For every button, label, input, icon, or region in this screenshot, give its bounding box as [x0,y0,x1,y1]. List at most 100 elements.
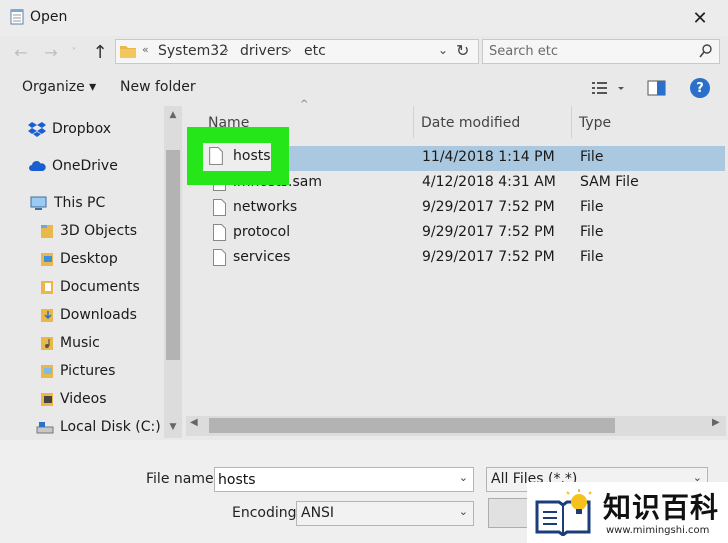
chevron-down-icon[interactable]: ⌄ [459,505,468,518]
file-icon [213,249,226,266]
encoding-value: ANSI [301,505,335,521]
file-type: File [580,199,604,215]
watermark: 知识百科 www.mimingshi.com [527,482,728,543]
search-icon[interactable] [699,43,713,59]
encoding-label: Encoding: [232,505,302,521]
file-name-input[interactable] [215,468,454,491]
sidebar-item-pictures[interactable]: Pictures [40,363,115,379]
file-icon [213,199,226,216]
breadcrumb-drivers[interactable]: drivers [240,43,288,59]
folder-icon [41,225,53,238]
book-lightbulb-logo-icon [535,489,592,536]
sidebar-item-downloads[interactable]: Downloads [40,307,137,323]
file-date: 9/29/2017 7:52 PM [422,199,555,215]
sidebar-item-music[interactable]: Music [40,335,100,351]
sidebar-item-dropbox[interactable]: Dropbox [28,121,111,137]
help-icon[interactable]: ? [690,78,710,98]
breadcrumb-etc[interactable]: etc [304,43,326,59]
sidebar-item-this-pc[interactable]: This PC [30,195,105,211]
column-header-date[interactable]: Date modified [421,115,520,131]
new-folder-button[interactable]: New folder [120,79,196,95]
close-button[interactable]: ✕ [683,3,717,33]
file-name: protocol [233,224,291,240]
folder-icon [120,46,136,58]
recent-locations-button[interactable]: ˅ [66,40,82,64]
sidebar-item-label: OneDrive [52,158,118,174]
column-header-type[interactable]: Type [579,115,611,131]
open-button[interactable] [488,498,528,528]
nav-scroll-thumb[interactable] [166,150,180,360]
column-divider[interactable] [571,106,572,138]
highlighted-file-name: hosts [233,148,271,164]
organize-button[interactable]: Organize ▾ [22,79,96,95]
refresh-icon[interactable]: ↻ [456,41,469,60]
preview-pane-icon[interactable] [646,78,668,98]
file-name-combobox[interactable]: ⌄ [214,467,474,492]
cloud-icon [29,161,46,171]
up-button[interactable]: ↑ [88,40,112,64]
file-date: 9/29/2017 7:52 PM [422,249,555,265]
folder-icon [41,281,53,294]
breadcrumb-separator-icon[interactable]: › [224,43,229,57]
scroll-up-icon[interactable]: ▲ [164,106,182,124]
scroll-left-icon[interactable]: ◀ [190,417,198,428]
drive-icon [36,422,54,434]
search-box[interactable] [482,39,720,64]
window-title: Open [30,9,68,25]
file-date: 9/29/2017 7:52 PM [422,224,555,240]
highlighted-file-hosts[interactable]: hosts [203,143,271,171]
address-more-icon[interactable]: « [142,43,149,56]
file-type: SAM File [580,174,639,190]
navigation-pane: Dropbox OneDrive This PC 3D Objects Desk… [0,106,182,438]
folder-icon [41,309,53,322]
watermark-text: 知识百科 [603,491,720,524]
sidebar-item-label: 3D Objects [60,223,138,239]
sidebar-item-label: Videos [60,391,107,407]
folder-icon [41,337,53,350]
horizontal-scroll-thumb[interactable] [209,418,615,433]
back-button[interactable]: ← [8,40,34,64]
breadcrumb-separator-icon[interactable]: › [287,43,292,57]
file-row-protocol[interactable]: protocol 9/29/2017 7:52 PM File [188,221,725,246]
computer-icon [30,196,47,210]
sidebar-item-label: Pictures [60,363,116,379]
sidebar-item-label: This PC [54,195,106,211]
file-type: File [580,224,604,240]
sidebar-item-3d-objects[interactable]: 3D Objects [40,223,137,239]
view-options-icon[interactable] [590,78,630,98]
encoding-select[interactable]: ANSI ⌄ [296,501,474,526]
sidebar-item-label: Local Disk (C:) [60,419,161,435]
title-bar [0,0,728,36]
search-input[interactable] [483,40,689,63]
address-dropdown-icon[interactable]: ⌄ [438,43,448,57]
forward-button[interactable]: → [38,40,64,64]
sidebar-item-label: Dropbox [52,121,111,137]
file-icon [213,224,226,241]
file-row-networks[interactable]: networks 9/29/2017 7:52 PM File [188,196,725,221]
folder-icon [41,365,53,378]
sidebar-item-label: Music [60,335,100,351]
scroll-right-icon[interactable]: ▶ [712,417,720,428]
sidebar-item-local-disk[interactable]: Local Disk (C:) [36,419,161,435]
column-divider[interactable] [413,106,414,138]
file-date: 11/4/2018 1:14 PM [422,149,555,165]
file-type: File [580,249,604,265]
file-name-label: File name: [146,471,219,487]
sidebar-item-videos[interactable]: Videos [40,391,107,407]
sidebar-item-label: Documents [60,279,140,295]
breadcrumb-system32[interactable]: System32 [158,43,228,59]
sidebar-item-desktop[interactable]: Desktop [40,251,118,267]
sort-ascending-icon: ^ [300,99,309,110]
file-row-services[interactable]: services 9/29/2017 7:52 PM File [188,246,725,271]
file-type: File [580,149,604,165]
address-bar[interactable]: « System32 › drivers › etc ⌄ ↻ [115,39,479,64]
sidebar-item-label: Desktop [60,251,118,267]
sidebar-item-documents[interactable]: Documents [40,279,140,295]
chevron-down-icon[interactable]: ⌄ [459,471,468,484]
file-date: 4/12/2018 4:31 AM [422,174,556,190]
folder-icon [41,393,53,406]
sidebar-item-onedrive[interactable]: OneDrive [28,158,118,174]
scroll-down-icon[interactable]: ▼ [164,418,182,436]
watermark-url: www.mimingshi.com [606,525,710,536]
folder-icon [41,253,53,266]
